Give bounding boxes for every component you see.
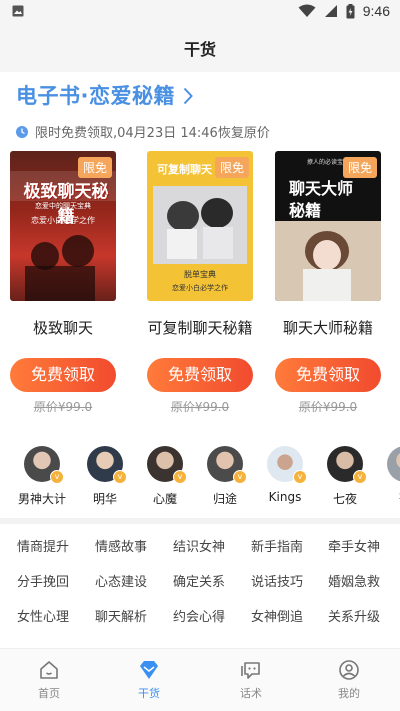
original-price: 原价¥99.0 bbox=[298, 400, 358, 414]
book-card[interactable]: 极致聊天秘籍 恋爱中的聊天宝典 恋爱小白必学之作 限免 极致聊天 免费领取 原价… bbox=[8, 151, 118, 415]
section-title: 电子书·恋爱秘籍 bbox=[16, 84, 175, 108]
tab-dry-goods[interactable]: 干货 bbox=[109, 659, 189, 701]
topic-tag[interactable]: 说话技巧 bbox=[237, 571, 317, 590]
claim-free-button[interactable]: 免费领取 bbox=[147, 358, 253, 392]
cover-heading-line2: 秘籍 bbox=[289, 201, 322, 220]
book-card[interactable]: 可复制聊天 脱单宝典 恋爱小白必学之作 限免 可复制聊天秘籍 免费领取 原价¥9… bbox=[145, 151, 255, 415]
topic-tag[interactable]: 新手指南 bbox=[237, 536, 317, 555]
signal-icon bbox=[324, 5, 337, 17]
author-item[interactable]: v 明华 bbox=[75, 446, 135, 507]
verified-badge-icon: v bbox=[50, 470, 64, 484]
avatar: v bbox=[87, 446, 127, 484]
topic-tag[interactable]: 情商提升 bbox=[3, 536, 83, 555]
topic-tag[interactable]: 分手挽回 bbox=[3, 571, 83, 590]
verified-badge-icon: v bbox=[113, 470, 127, 484]
topic-tag[interactable]: 心态建设 bbox=[81, 571, 161, 590]
claim-free-button[interactable]: 免费领取 bbox=[10, 358, 116, 392]
home-icon bbox=[40, 661, 58, 679]
author-name: 男神大计 bbox=[17, 492, 66, 506]
tab-home[interactable]: 首页 bbox=[9, 659, 89, 701]
avatar: v bbox=[327, 446, 367, 484]
book-card[interactable]: 撩人的必读宝典 聊天大师 秘籍 限免 聊天大师秘籍 免费领取 原价¥99.0 bbox=[273, 151, 383, 415]
topic-tag[interactable]: 聊天解析 bbox=[81, 606, 161, 625]
free-badge: 限免 bbox=[214, 157, 249, 178]
topic-tag[interactable]: 女神倒追 bbox=[237, 606, 317, 625]
author-list[interactable]: v 男神大计 v 明华 v 心魔 v 归途 v Kings v 七夜 歌 bbox=[0, 446, 400, 508]
original-price: 原价¥99.0 bbox=[33, 400, 93, 414]
book-cover[interactable]: 极致聊天秘籍 恋爱中的聊天宝典 恋爱小白必学之作 限免 bbox=[10, 151, 116, 301]
author-name: 心魔 bbox=[152, 492, 177, 506]
topic-tag[interactable]: 结识女神 bbox=[159, 536, 239, 555]
tab-mine[interactable]: 我的 bbox=[309, 659, 389, 701]
author-name: 七夜 bbox=[332, 492, 357, 506]
profile-icon bbox=[339, 660, 359, 680]
avatar: v bbox=[207, 446, 247, 484]
book-title: 聊天大师秘籍 bbox=[282, 319, 373, 337]
free-badge: 限免 bbox=[77, 157, 112, 178]
author-item[interactable]: 歌 bbox=[375, 446, 400, 507]
author-item[interactable]: v Kings bbox=[255, 446, 315, 504]
battery-icon bbox=[346, 3, 355, 18]
book-title: 可复制聊天秘籍 bbox=[147, 319, 253, 337]
tab-label: 首页 bbox=[38, 687, 60, 700]
cover-author-line: 恋爱小白必学之作 bbox=[31, 216, 95, 225]
section-divider bbox=[0, 518, 400, 524]
tab-label: 干货 bbox=[138, 687, 160, 700]
author-item[interactable]: v 归途 bbox=[195, 446, 255, 507]
gallery-notification-icon bbox=[12, 5, 24, 17]
diamond-icon bbox=[140, 661, 158, 679]
author-name: 归途 bbox=[212, 492, 237, 506]
avatar: v bbox=[24, 446, 64, 484]
book-title: 极致聊天 bbox=[32, 319, 93, 337]
topic-tag[interactable]: 牵手女神 bbox=[314, 536, 394, 555]
author-name: 明华 bbox=[92, 492, 117, 506]
tab-scripts[interactable]: 话术 bbox=[211, 659, 291, 701]
original-price: 原价¥99.0 bbox=[170, 400, 230, 414]
cover-subtitle: 恋爱中的聊天宝典 bbox=[35, 202, 91, 210]
chevron-right-icon bbox=[183, 87, 193, 105]
verified-badge-icon: v bbox=[293, 470, 307, 484]
topic-tag[interactable]: 关系升级 bbox=[314, 606, 394, 625]
chat-icon bbox=[241, 662, 260, 679]
author-item[interactable]: v 心魔 bbox=[135, 446, 195, 507]
wifi-icon bbox=[298, 4, 316, 17]
author-item[interactable]: v 七夜 bbox=[315, 446, 375, 507]
claim-free-button[interactable]: 免费领取 bbox=[275, 358, 381, 392]
avatar: v bbox=[147, 446, 187, 484]
book-cover[interactable]: 可复制聊天 脱单宝典 恋爱小白必学之作 限免 bbox=[147, 151, 253, 301]
tab-label: 我的 bbox=[338, 687, 360, 700]
status-time: 9:46 bbox=[362, 3, 390, 19]
verified-badge-icon: v bbox=[353, 470, 367, 484]
ebook-section-link[interactable]: 电子书·恋爱秘籍 bbox=[16, 80, 193, 110]
author-name: 歌 bbox=[375, 490, 400, 507]
avatar: v bbox=[267, 446, 307, 484]
page-title: 干货 bbox=[183, 40, 216, 59]
tab-label: 话术 bbox=[240, 687, 262, 700]
verified-badge-icon: v bbox=[173, 470, 187, 484]
author-name: Kings bbox=[268, 490, 302, 504]
book-cover[interactable]: 撩人的必读宝典 聊天大师 秘籍 限免 bbox=[275, 151, 381, 301]
topic-tag[interactable]: 婚姻急救 bbox=[314, 571, 394, 590]
clock-icon bbox=[16, 125, 28, 138]
cover-subtitle: 脱单宝典 bbox=[184, 270, 216, 279]
avatar bbox=[387, 446, 400, 482]
topic-tag[interactable]: 确定关系 bbox=[159, 571, 239, 590]
topic-tag[interactable]: 女性心理 bbox=[3, 606, 83, 625]
promo-notice: 限时免费领取,04月23日 14:46恢复原价 bbox=[16, 122, 270, 141]
topic-tag[interactable]: 情感故事 bbox=[81, 536, 161, 555]
verified-badge-icon: v bbox=[233, 470, 247, 484]
cover-author-line: 恋爱小白必学之作 bbox=[172, 284, 228, 292]
bottom-tab-bar: 首页 干货 话术 我的 bbox=[0, 648, 400, 711]
topic-tag[interactable]: 约会心得 bbox=[159, 606, 239, 625]
promo-text: 限时免费领取,04月23日 14:46恢复原价 bbox=[35, 126, 270, 141]
nav-bar: 干货 bbox=[0, 24, 400, 72]
cover-heading: 聊天大师 bbox=[289, 179, 354, 198]
author-item[interactable]: v 男神大计 bbox=[12, 446, 72, 507]
cover-heading: 可复制聊天 bbox=[157, 163, 212, 176]
free-badge: 限免 bbox=[342, 157, 377, 178]
status-bar: 9:46 bbox=[0, 0, 400, 24]
